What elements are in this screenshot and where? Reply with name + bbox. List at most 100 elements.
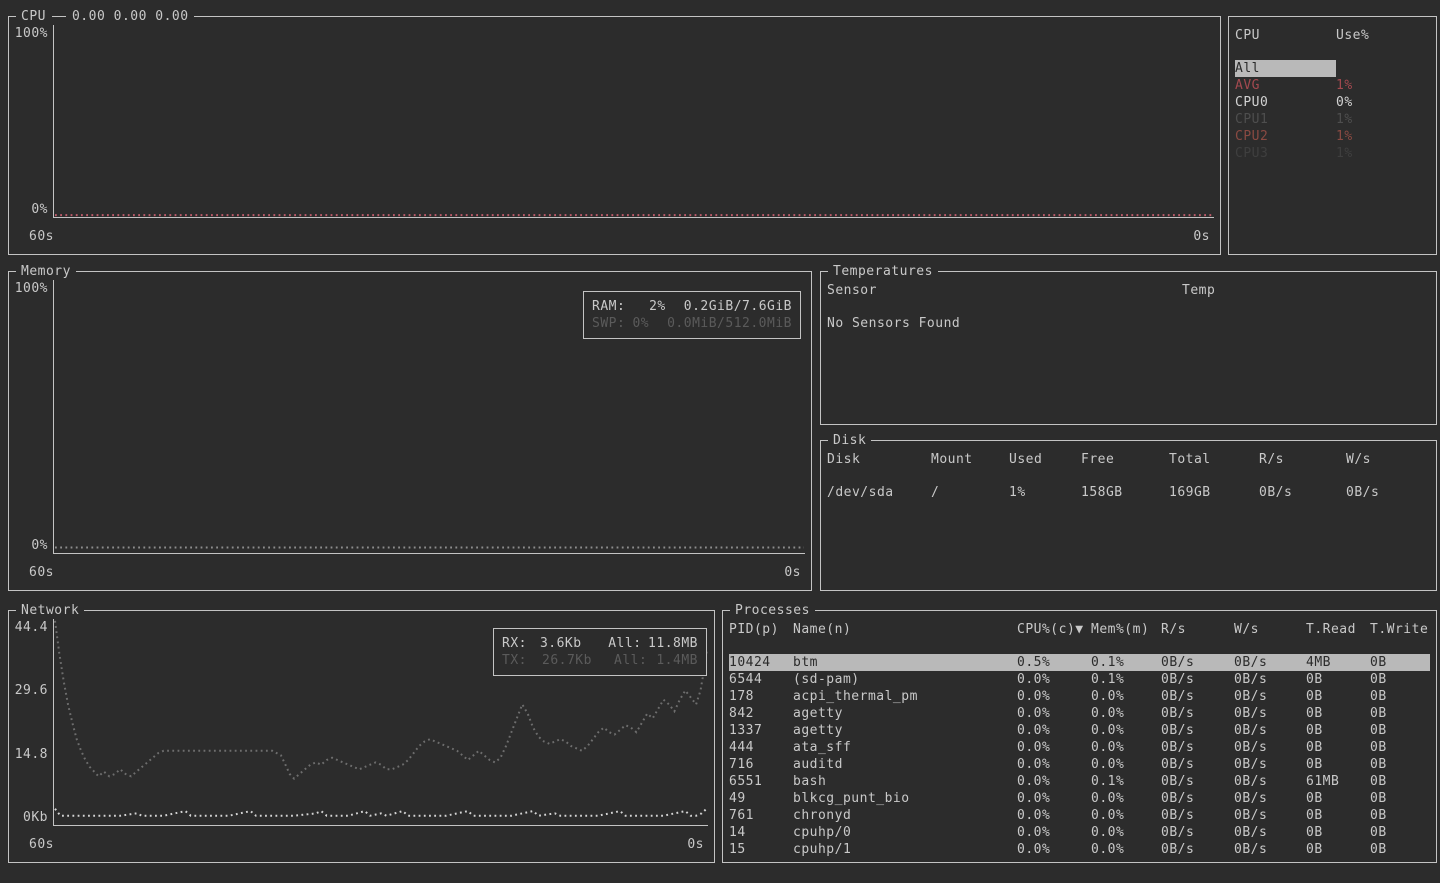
disk-panel-title: Disk bbox=[828, 432, 871, 449]
process-column-header[interactable]: T.Write bbox=[1370, 621, 1430, 638]
swap-value: 0.0MiB/512.0MiB bbox=[667, 315, 792, 332]
disk-column-header: R/s bbox=[1259, 451, 1346, 468]
process-cell: chronyd bbox=[793, 807, 1017, 824]
process-row[interactable]: 1337agetty0.0%0.0%0B/s0B/s0B0B bbox=[729, 722, 1430, 739]
process-cell: 0B bbox=[1370, 807, 1430, 824]
process-cell: 0B bbox=[1306, 739, 1370, 756]
process-cell: 0B/s bbox=[1161, 807, 1234, 824]
process-cell: auditd bbox=[793, 756, 1017, 773]
process-row[interactable]: 15cpuhp/10.0%0.0%0B/s0B/s0B0B bbox=[729, 841, 1430, 858]
process-cell: 15 bbox=[729, 841, 793, 858]
process-cell: 0B bbox=[1306, 841, 1370, 858]
cpu-panel: CPU 0.00 0.00 0.00 100% 0% 60s 0s bbox=[8, 16, 1221, 255]
network-x-left-label: 60s bbox=[29, 836, 54, 853]
process-cell: 0B bbox=[1306, 756, 1370, 773]
cpu-entry-name: CPU3 bbox=[1235, 145, 1336, 162]
process-row[interactable]: 49blkcg_punt_bio0.0%0.0%0B/s0B/s0B0B bbox=[729, 790, 1430, 807]
cpu-legend-row[interactable]: CPU21% bbox=[1235, 128, 1430, 145]
process-cell: 0B/s bbox=[1161, 722, 1234, 739]
cpu-entry-usage: 1% bbox=[1336, 111, 1430, 128]
process-cell: 10424 bbox=[729, 654, 793, 671]
temp-column-header: Temp bbox=[1182, 282, 1430, 299]
process-cell: 444 bbox=[729, 739, 793, 756]
process-row[interactable]: 6544(sd-pam)0.0%0.1%0B/s0B/s0B0B bbox=[729, 671, 1430, 688]
process-cell: 0.0% bbox=[1017, 705, 1091, 722]
disk-column-header: Disk bbox=[827, 451, 931, 468]
cpu-entry-name: CPU0 bbox=[1235, 94, 1336, 111]
disk-row[interactable]: /dev/sda/1%158GB169GB0B/s0B/s bbox=[827, 484, 1430, 501]
process-row[interactable]: 10424btm0.5%0.1%0B/s0B/s4MB0B bbox=[729, 654, 1430, 671]
process-cell: 0B/s bbox=[1234, 841, 1306, 858]
process-cell: 0.0% bbox=[1017, 756, 1091, 773]
processes-header-row: PID(p)Name(n)CPU%(c)▼Mem%(m)R/sW/sT.Read… bbox=[729, 621, 1430, 638]
disk-cell: 169GB bbox=[1169, 484, 1259, 501]
process-cell: 0B/s bbox=[1161, 654, 1234, 671]
cpu-entry-name: All bbox=[1235, 60, 1336, 77]
process-cell: 0.5% bbox=[1017, 654, 1091, 671]
process-column-header[interactable]: Mem%(m) bbox=[1091, 621, 1161, 638]
process-cell: 0B bbox=[1370, 841, 1430, 858]
process-cell: 0.0% bbox=[1091, 756, 1161, 773]
process-row[interactable]: 716auditd0.0%0.0%0B/s0B/s0B0B bbox=[729, 756, 1430, 773]
cpu-legend-row[interactable]: AVG1% bbox=[1235, 77, 1430, 94]
disk-cell: /dev/sda bbox=[827, 484, 931, 501]
process-column-header[interactable]: Name(n) bbox=[793, 621, 1017, 638]
process-cell: 0B/s bbox=[1234, 824, 1306, 841]
process-cell: cpuhp/0 bbox=[793, 824, 1017, 841]
cpu-legend-header-row: CPUUse% bbox=[1235, 27, 1430, 44]
ram-value: 0.2GiB/7.6GiB bbox=[684, 298, 792, 315]
process-cell: 0.0% bbox=[1091, 841, 1161, 858]
cpu-entry-usage: 1% bbox=[1336, 128, 1430, 145]
process-cell: 0B/s bbox=[1161, 790, 1234, 807]
process-cell: 0B bbox=[1370, 739, 1430, 756]
process-row[interactable]: 842agetty0.0%0.0%0B/s0B/s0B0B bbox=[729, 705, 1430, 722]
sensor-column-header: Sensor bbox=[827, 282, 1182, 299]
ram-legend-row: RAM: 2% 0.2GiB/7.6GiB bbox=[592, 298, 792, 315]
process-row[interactable]: 444ata_sff0.0%0.0%0B/s0B/s0B0B bbox=[729, 739, 1430, 756]
disk-cell: 158GB bbox=[1081, 484, 1169, 501]
process-column-header[interactable]: PID(p) bbox=[729, 621, 793, 638]
process-cell: 0.0% bbox=[1091, 722, 1161, 739]
process-column-header[interactable]: CPU%(c)▼ bbox=[1017, 621, 1091, 638]
process-cell: 0B bbox=[1370, 756, 1430, 773]
cpu-panel-title: CPU 0.00 0.00 0.00 bbox=[16, 8, 194, 25]
memory-legend: RAM: 2% 0.2GiB/7.6GiB SWP: 0% 0.0MiB/512… bbox=[583, 291, 801, 339]
process-column-header[interactable]: R/s bbox=[1161, 621, 1234, 638]
processes-panel-title: Processes bbox=[730, 602, 815, 619]
disk-column-header: Free bbox=[1081, 451, 1169, 468]
process-cell: 0B/s bbox=[1234, 671, 1306, 688]
process-cell: 0B/s bbox=[1161, 671, 1234, 688]
rx-all-value: 11.8MB bbox=[648, 635, 698, 652]
process-cell: 0B/s bbox=[1234, 722, 1306, 739]
process-cell: 0.0% bbox=[1091, 688, 1161, 705]
process-cell: 178 bbox=[729, 688, 793, 705]
cpu-entry-usage: 1% bbox=[1336, 77, 1430, 94]
cpu-legend-row[interactable]: All bbox=[1235, 60, 1430, 77]
use-column-header: Use% bbox=[1336, 27, 1430, 44]
process-cell: 0.1% bbox=[1091, 671, 1161, 688]
swap-percent: 0% bbox=[625, 315, 649, 332]
network-y-label-3: 14.8 bbox=[15, 746, 48, 763]
process-cell: 0B/s bbox=[1234, 654, 1306, 671]
process-row[interactable]: 178acpi_thermal_pm0.0%0.0%0B/s0B/s0B0B bbox=[729, 688, 1430, 705]
process-cell: 0B/s bbox=[1234, 705, 1306, 722]
process-cell: 0B bbox=[1370, 773, 1430, 790]
process-cell: 0B/s bbox=[1161, 688, 1234, 705]
process-cell: 0.0% bbox=[1091, 824, 1161, 841]
process-cell: 0B/s bbox=[1234, 756, 1306, 773]
process-column-header[interactable]: W/s bbox=[1234, 621, 1306, 638]
process-cell: 0B bbox=[1306, 790, 1370, 807]
cpu-x-left-label: 60s bbox=[29, 228, 54, 245]
tx-all-label: All: bbox=[614, 652, 656, 669]
rx-all-label: All: bbox=[608, 635, 648, 652]
network-y-label-2: 29.6 bbox=[15, 682, 48, 699]
cpu-legend-row[interactable]: CPU00% bbox=[1235, 94, 1430, 111]
cpu-legend-row[interactable]: CPU31% bbox=[1235, 145, 1430, 162]
process-column-header[interactable]: T.Read bbox=[1306, 621, 1370, 638]
process-row[interactable]: 761chronyd0.0%0.0%0B/s0B/s0B0B bbox=[729, 807, 1430, 824]
cpu-legend-row[interactable]: CPU11% bbox=[1235, 111, 1430, 128]
process-row[interactable]: 14cpuhp/00.0%0.0%0B/s0B/s0B0B bbox=[729, 824, 1430, 841]
process-row[interactable]: 6551bash0.0%0.1%0B/s0B/s61MB0B bbox=[729, 773, 1430, 790]
memory-panel: Memory 100% 0% RAM: 2% 0.2GiB/7.6GiB SWP… bbox=[8, 271, 812, 591]
process-cell: 0.0% bbox=[1091, 739, 1161, 756]
